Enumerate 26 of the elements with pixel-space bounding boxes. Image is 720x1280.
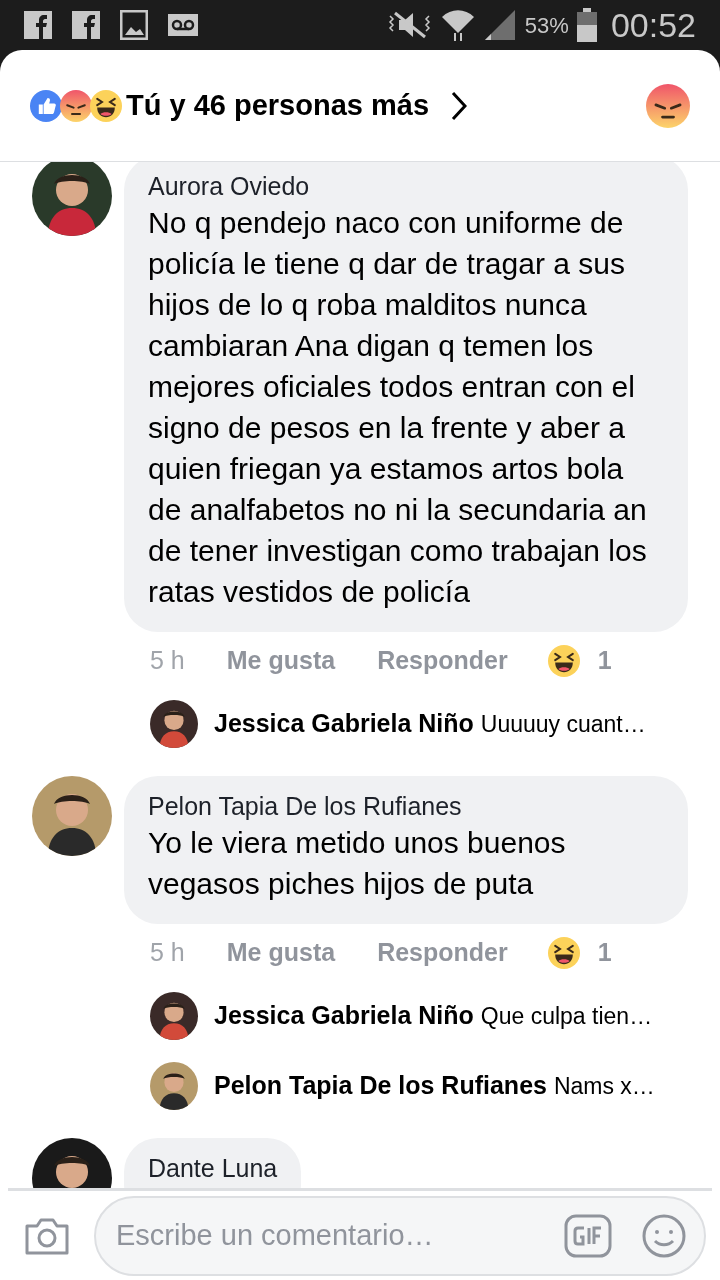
- reactions-summary-link[interactable]: Tú y 46 personas más: [126, 83, 468, 128]
- reply-preview[interactable]: Pelon Tapia De los Rufianes Nams x…: [214, 1067, 655, 1105]
- voicemail-icon: [168, 14, 198, 36]
- comment-author[interactable]: Dante Luna: [148, 1152, 278, 1184]
- facebook-app-icon: [24, 11, 52, 39]
- battery-icon: [576, 8, 597, 42]
- comment-author[interactable]: Pelon Tapia De los Rufianes: [148, 790, 664, 822]
- comment-author[interactable]: Aurora Oviedo: [148, 170, 664, 202]
- clock: 00:52: [610, 4, 696, 46]
- comment-time: 5 h: [150, 937, 185, 969]
- reaction-count: 1: [597, 937, 612, 969]
- mute-icon: [386, 10, 433, 40]
- chevron-right-icon: [451, 90, 468, 121]
- comment-time: 5 h: [150, 645, 185, 677]
- image-icon: [120, 10, 148, 40]
- comment-text: Yo le viera metido unos buenos vegasos piches hijos de puta: [148, 825, 567, 902]
- facebook-app-icon: [72, 11, 100, 39]
- reaction-count: 1: [597, 645, 612, 677]
- battery-percentage: 53%: [524, 11, 569, 40]
- comment-text: No q pendejo naco con uniforme de policía le tiene q dar de tragar a sus hijos de lo q roba malditos nunca cambiaran Ana digan q temen los mejores oficiales todos entran con el signo de pesos en la frente y aber a quien friegan ya estamos artos bola de analfabetos no ni la secundaria an de tener investigan como trabajan los ratas vestidos de policía: [148, 205, 648, 610]
- comment-input-field[interactable]: Escribe un comentario…: [94, 1195, 706, 1276]
- reply-preview[interactable]: Jessica Gabriela Niño Uuuuuy cuant…: [214, 705, 646, 743]
- reply-preview[interactable]: Jessica Gabriela Niño Que culpa tien…: [214, 997, 653, 1035]
- emoji-icon[interactable]: [642, 1213, 686, 1258]
- gif-icon[interactable]: [564, 1213, 612, 1258]
- wifi-icon: [440, 8, 475, 42]
